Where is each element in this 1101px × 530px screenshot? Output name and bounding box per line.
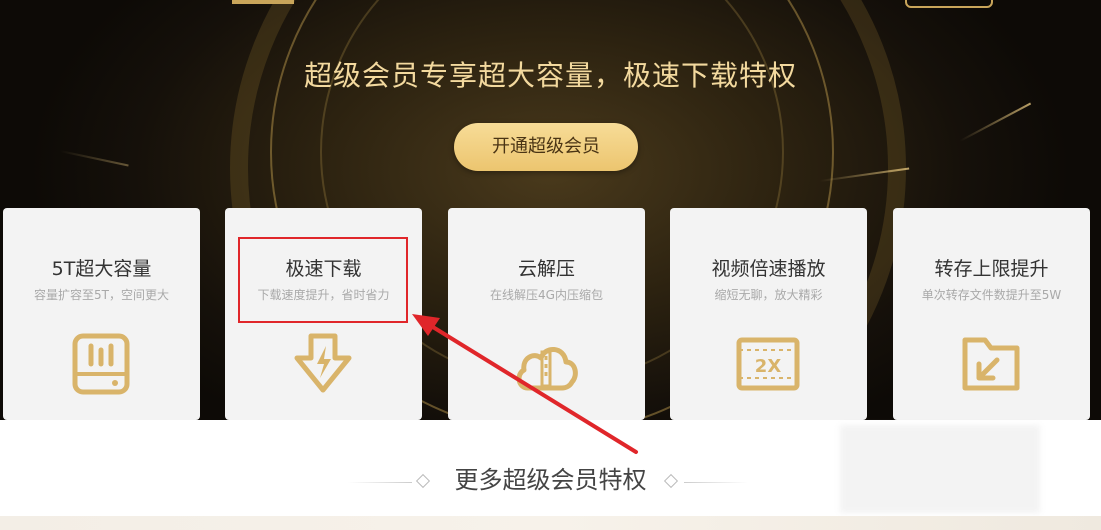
annotation-arrow <box>412 314 638 454</box>
